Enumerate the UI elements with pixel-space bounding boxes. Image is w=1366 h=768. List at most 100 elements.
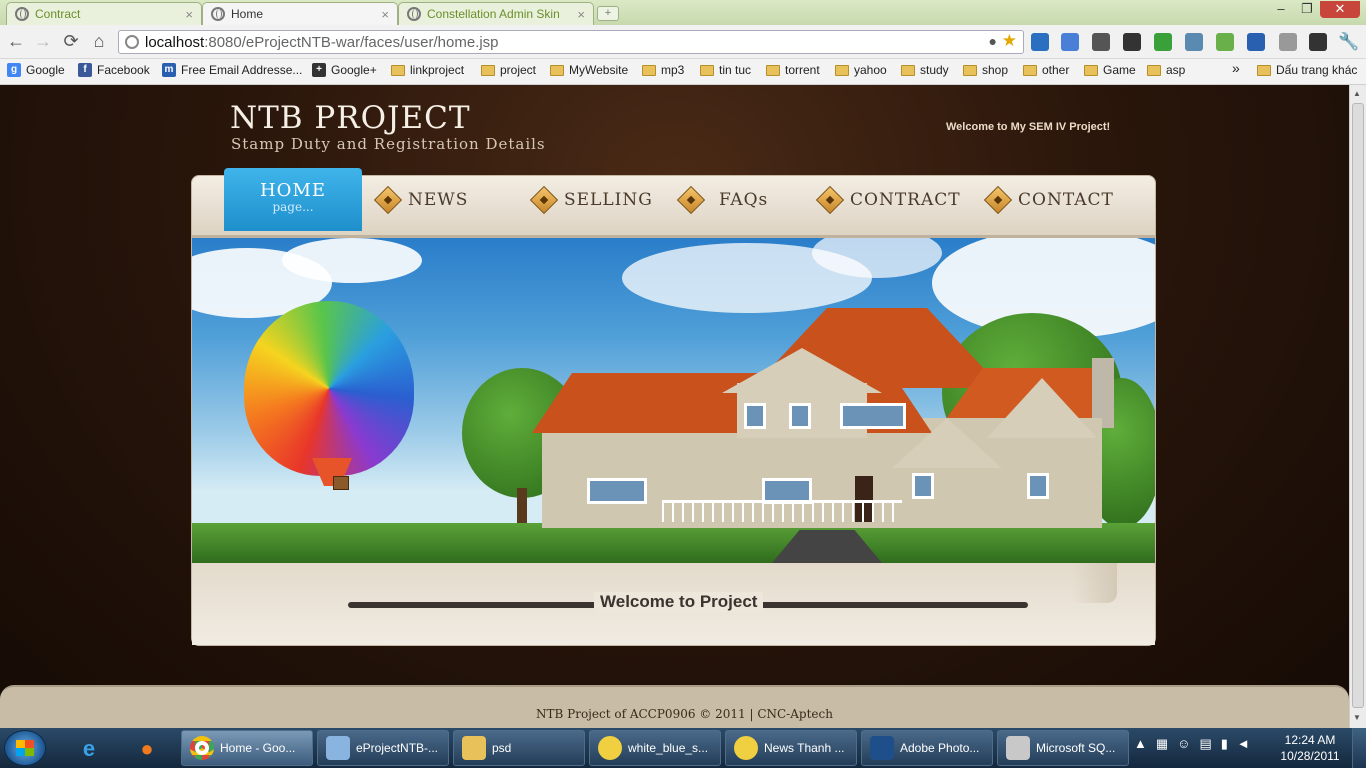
bookmark-mywebsite[interactable]: MyWebsite <box>550 63 628 77</box>
extension-translate-icon[interactable] <box>1061 33 1079 51</box>
show-hidden-icons-icon[interactable]: ▲ <box>1134 736 1147 752</box>
close-tab-icon[interactable]: × <box>381 7 389 22</box>
folder-icon <box>963 64 977 76</box>
welcome-heading: Welcome to Project <box>594 592 764 612</box>
task-messenger-1[interactable]: white_blue_s... <box>589 730 721 766</box>
lightbulb-icon[interactable]: ● <box>989 33 997 49</box>
extension-download-icon[interactable] <box>1247 33 1265 51</box>
bookmark-shop[interactable]: shop <box>963 63 1008 77</box>
bookmark-label: tin tuc <box>719 63 752 77</box>
scroll-up-arrow[interactable]: ▲ <box>1353 89 1361 98</box>
clock-date: 10/28/2011 <box>1280 749 1340 763</box>
nav-contract-label: CONTRACT <box>850 190 961 210</box>
extension-camera-icon[interactable] <box>1092 33 1110 51</box>
vertical-scrollbar[interactable]: ▲ ▼ <box>1349 85 1366 728</box>
sql-server-icon <box>1006 736 1030 760</box>
extension-mail-icon[interactable] <box>1279 33 1297 51</box>
extension-screen-icon[interactable] <box>1185 33 1203 51</box>
firefox-icon: ● <box>140 735 154 761</box>
task-messenger-2[interactable]: News Thanh ... <box>725 730 857 766</box>
back-button[interactable]: ← <box>6 31 26 51</box>
start-button[interactable] <box>4 730 46 766</box>
close-tab-icon[interactable]: × <box>577 7 585 22</box>
task-netbeans[interactable]: eProjectNTB-... <box>317 730 449 766</box>
tray-app-icon[interactable]: ▦ <box>1156 736 1168 752</box>
scrollbar-thumb[interactable] <box>1352 103 1364 708</box>
folder-icon <box>700 64 714 76</box>
bookmark-mp3[interactable]: mp3 <box>642 63 684 77</box>
extension-check-icon[interactable] <box>1154 33 1172 51</box>
other-bookmarks-label: Dấu trang khác <box>1276 63 1358 77</box>
extension-evernote-icon[interactable] <box>1216 33 1234 51</box>
other-bookmarks[interactable]: Dấu trang khác <box>1257 63 1357 77</box>
folder-icon <box>1257 64 1271 76</box>
extension-printer-icon[interactable] <box>1123 33 1141 51</box>
diamond-icon <box>529 185 559 215</box>
hot-air-balloon <box>244 301 414 476</box>
bookmark-asp[interactable]: asp <box>1147 63 1185 77</box>
bookmark-star-icon[interactable]: ★ <box>1002 31 1017 51</box>
tab-home[interactable]: Home × <box>202 2 398 25</box>
extension-phone-icon[interactable] <box>1309 33 1327 51</box>
nav-home[interactable]: HOME page... <box>224 168 362 231</box>
nav-contact[interactable]: CONTACT <box>983 185 1114 215</box>
welcome-message: Welcome to My SEM IV Project! <box>946 121 1111 133</box>
bookmark-project[interactable]: project <box>481 63 536 77</box>
bookmark-yahoo[interactable]: yahoo <box>835 63 887 77</box>
site-subtitle: Stamp Duty and Registration Details <box>231 135 546 153</box>
network-icon[interactable]: ▮ <box>1221 736 1228 752</box>
bookmark-tin-tuc[interactable]: tin tuc <box>700 63 751 77</box>
task-label: Home - Goo... <box>220 741 296 755</box>
nav-contract[interactable]: CONTRACT <box>815 185 961 215</box>
address-bar[interactable]: localhost:8080/eProjectNTB-war/faces/use… <box>118 30 1024 54</box>
task-label: News Thanh ... <box>764 741 845 755</box>
bookmark-google[interactable]: g Google <box>7 63 65 77</box>
tab-strip: Contract × Home × Constellation Admin Sk… <box>0 0 1366 25</box>
maximize-button[interactable]: ❐ <box>1295 1 1319 18</box>
bookmark-label: other <box>1042 63 1070 77</box>
wrench-menu-icon[interactable]: 🔧 <box>1338 32 1359 52</box>
bookmark-facebook[interactable]: f Facebook <box>78 63 150 77</box>
task-chrome-home[interactable]: Home - Goo... <box>181 730 313 766</box>
bookmark-study[interactable]: study <box>901 63 949 77</box>
bookmark-torrent[interactable]: torrent <box>766 63 820 77</box>
scroll-down-arrow[interactable]: ▼ <box>1353 713 1361 722</box>
new-tab-button[interactable]: + <box>597 6 619 21</box>
tab-constellation[interactable]: Constellation Admin Skin × <box>398 2 594 25</box>
pinned-firefox[interactable]: ● <box>120 732 174 765</box>
bookmark-free-email[interactable]: m Free Email Addresse... <box>162 63 302 77</box>
home-button[interactable]: ⌂ <box>89 31 109 51</box>
nav-selling[interactable]: SELLING <box>529 185 653 215</box>
bookmark-label: linkproject <box>410 63 465 77</box>
system-clock[interactable]: 12:24 AM 10/28/2011 <box>1280 732 1340 764</box>
nav-faqs-label: FAQs <box>719 190 769 210</box>
show-desktop-button[interactable] <box>1352 728 1366 768</box>
google-icon: g <box>7 63 21 77</box>
close-window-button[interactable]: ✕ <box>1320 1 1360 18</box>
task-sql-server[interactable]: Microsoft SQ... <box>997 730 1129 766</box>
nav-contact-label: CONTACT <box>1018 190 1114 210</box>
minimize-button[interactable]: – <box>1269 1 1293 18</box>
pinned-internet-explorer[interactable]: e <box>62 732 116 765</box>
extension-calendar-icon[interactable] <box>1031 33 1049 51</box>
tray-emoticon-icon[interactable]: ☺ <box>1177 736 1190 752</box>
bookmarks-overflow-button[interactable]: » <box>1232 60 1240 76</box>
close-tab-icon[interactable]: × <box>185 7 193 22</box>
bookmark-game[interactable]: Game <box>1084 63 1136 77</box>
nav-news[interactable]: NEWS <box>373 185 468 215</box>
tray-device-icon[interactable]: ▤ <box>1199 736 1211 752</box>
netbeans-icon <box>326 736 350 760</box>
photoshop-icon <box>870 736 894 760</box>
bookmark-google-plus[interactable]: + Google+ <box>312 63 377 77</box>
volume-icon[interactable]: ◄ <box>1237 736 1250 752</box>
forward-button[interactable]: → <box>33 31 53 51</box>
bookmark-other[interactable]: other <box>1023 63 1069 77</box>
task-psd-folder[interactable]: psd <box>453 730 585 766</box>
bookmark-linkproject[interactable]: linkproject <box>391 63 464 77</box>
nav-faqs[interactable]: FAQs <box>676 185 769 215</box>
task-photoshop[interactable]: Adobe Photo... <box>861 730 993 766</box>
tab-contract[interactable]: Contract × <box>6 2 202 25</box>
page-info-icon[interactable] <box>125 35 139 49</box>
diamond-icon <box>815 185 845 215</box>
reload-button[interactable]: ⟳ <box>61 31 81 51</box>
